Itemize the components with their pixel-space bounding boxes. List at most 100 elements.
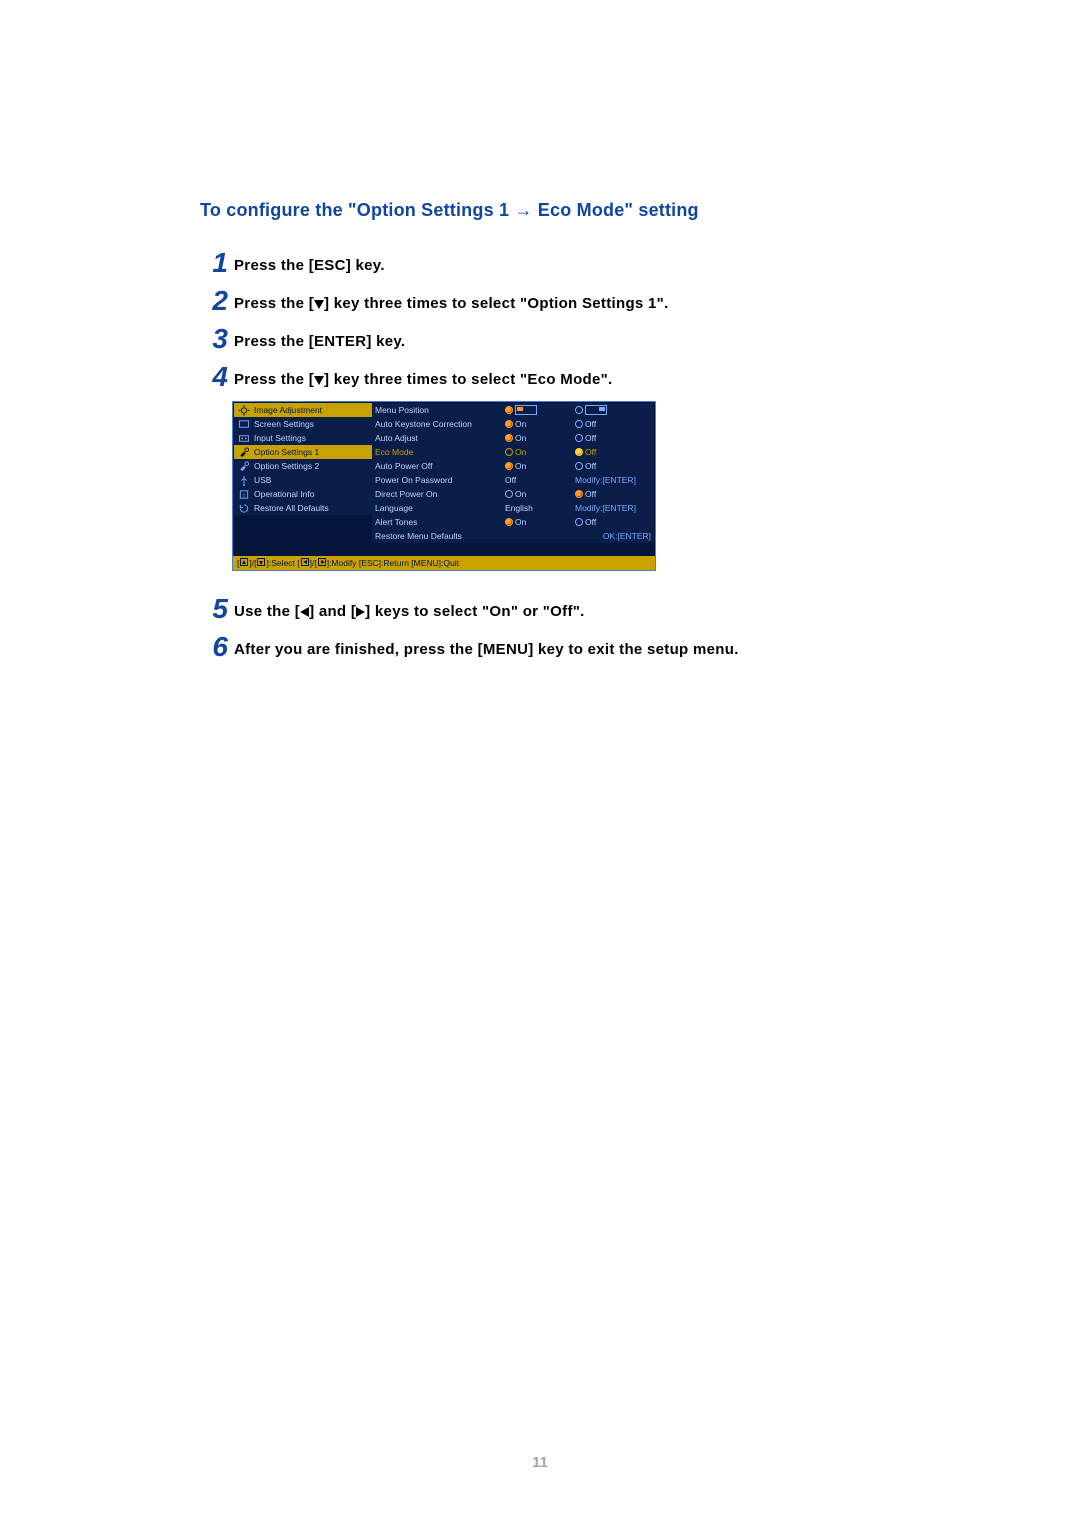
radio-off-icon — [575, 406, 583, 414]
radio-on-icon — [575, 490, 583, 498]
on-label: On — [515, 461, 526, 471]
step-4: 4 Press the [ ] key three times to select… — [200, 363, 880, 391]
projector-osd-menu: Image Adjustment Screen Settings Input S… — [232, 401, 656, 571]
step-number: 5 — [200, 595, 228, 623]
svg-text:i: i — [243, 492, 244, 499]
setting-language[interactable]: Language English Modify:[ENTER] — [372, 501, 654, 515]
step-text: Press the [ENTER] key. — [234, 325, 405, 352]
down-arrow-icon — [314, 300, 324, 309]
category-label: Option Settings 1 — [254, 447, 319, 457]
step-number: 2 — [200, 287, 228, 315]
on-label: On — [515, 419, 526, 429]
title-text-after: Eco Mode" setting — [533, 200, 699, 220]
setting-label: Menu Position — [375, 405, 505, 415]
on-label: On — [515, 489, 526, 499]
off-label: Off — [585, 447, 596, 457]
step-number: 1 — [200, 249, 228, 277]
right-arrow-box-icon — [318, 558, 326, 566]
on-label: On — [515, 517, 526, 527]
action-label: OK:[ENTER] — [575, 531, 651, 541]
step-text: After you are finished, press the [MENU]… — [234, 633, 739, 660]
category-option-settings-2[interactable]: Option Settings 2 — [234, 459, 372, 473]
step-text-part: ] key three times to select "Option Sett… — [324, 295, 669, 312]
step-text: Press the [ ] key three times to select "… — [234, 287, 669, 314]
on-label: On — [515, 447, 526, 457]
left-arrow-box-icon — [301, 558, 309, 566]
setting-power-on-password[interactable]: Power On Password Off Modify:[ENTER] — [372, 473, 654, 487]
setting-label: Auto Adjust — [375, 433, 505, 443]
step-list: 1 Press the [ESC] key. 2 Press the [] ke… — [200, 249, 880, 661]
title-arrow: → — [514, 200, 532, 220]
off-label: Off — [585, 433, 596, 443]
title-text-before: To configure the "Option Settings 1 — [200, 200, 514, 220]
setting-eco-mode[interactable]: Eco Mode On Off — [372, 445, 654, 459]
position-tr-icon — [585, 405, 607, 415]
off-label: Off — [585, 419, 596, 429]
hint-select: :Select — [269, 558, 295, 568]
menu-body: Image Adjustment Screen Settings Input S… — [233, 402, 655, 544]
radio-on-icon — [505, 434, 513, 442]
category-input-settings[interactable]: Input Settings — [234, 431, 372, 445]
radio-on-icon — [505, 420, 513, 428]
up-arrow-box-icon — [240, 558, 248, 566]
setting-restore-menu-defaults[interactable]: Restore Menu Defaults OK:[ENTER] — [372, 529, 654, 543]
value-label: Off — [505, 475, 516, 485]
setting-auto-adjust[interactable]: Auto Adjust On Off — [372, 431, 654, 445]
category-image-adjustment[interactable]: Image Adjustment — [234, 403, 372, 417]
category-label: Option Settings 2 — [254, 461, 319, 471]
radio-off-icon — [505, 448, 513, 456]
setting-label: Alert Tones — [375, 517, 505, 527]
setting-menu-position[interactable]: Menu Position — [372, 403, 654, 417]
step-text-part: ] key three times to select "Eco Mode". — [324, 371, 613, 388]
setting-label: Restore Menu Defaults — [375, 531, 575, 541]
step-number: 4 — [200, 363, 228, 391]
hint-return: [ESC]:Return — [359, 558, 409, 568]
step-text: Use the [] and [] keys to select "On" or… — [234, 595, 585, 622]
hint-modify: :Modify — [329, 558, 356, 568]
section-title: To configure the "Option Settings 1 → Ec… — [200, 200, 880, 221]
step-text: Press the [ ] key three times to select "… — [234, 363, 613, 390]
setting-label: Auto Power Off — [375, 461, 505, 471]
setting-alert-tones[interactable]: Alert Tones On Off — [372, 515, 654, 529]
setting-label: Language — [375, 503, 505, 513]
radio-off-icon — [575, 518, 583, 526]
page-number: 11 — [0, 1454, 1080, 1471]
embedded-menu-screenshot: Image Adjustment Screen Settings Input S… — [232, 401, 880, 571]
step-2: 2 Press the [ ] key three times to select… — [200, 287, 880, 315]
step-text-part: ] and [ — [309, 603, 356, 620]
category-operational-info[interactable]: i Operational Info — [234, 487, 372, 501]
radio-off-icon — [575, 462, 583, 470]
setting-direct-power-on[interactable]: Direct Power On On Off — [372, 487, 654, 501]
setting-label: Auto Keystone Correction — [375, 419, 505, 429]
menu-settings-panel: Menu Position Auto Keystone Correction O… — [372, 403, 654, 543]
step-text-part: Press the [ — [234, 295, 314, 312]
info-icon: i — [237, 489, 251, 500]
step-3: 3 Press the [ENTER] key. — [200, 325, 880, 353]
category-restore-defaults[interactable]: Restore All Defaults — [234, 501, 372, 515]
input-icon — [237, 433, 251, 444]
right-arrow-icon — [356, 607, 365, 617]
restore-icon — [237, 503, 251, 514]
off-label: Off — [585, 489, 596, 499]
radio-on-icon — [505, 406, 513, 414]
radio-off-icon — [505, 490, 513, 498]
setting-auto-power-off[interactable]: Auto Power Off On Off — [372, 459, 654, 473]
step-text-part: Press the [ — [234, 371, 314, 388]
category-label: USB — [254, 475, 271, 485]
setting-auto-keystone[interactable]: Auto Keystone Correction On Off — [372, 417, 654, 431]
step-text-part: ] keys to select "On" or "Off". — [365, 603, 584, 620]
category-label: Image Adjustment — [254, 405, 322, 415]
radio-on-icon — [505, 518, 513, 526]
radio-off-icon — [575, 420, 583, 428]
radio-on-icon — [575, 448, 583, 456]
category-usb[interactable]: USB — [234, 473, 372, 487]
off-label: Off — [585, 517, 596, 527]
category-option-settings-1[interactable]: Option Settings 1 — [234, 445, 372, 459]
setting-label: Eco Mode — [375, 447, 505, 457]
action-label: Modify:[ENTER] — [575, 475, 651, 485]
down-arrow-box-icon — [257, 558, 265, 566]
brightness-icon — [237, 405, 251, 416]
category-screen-settings[interactable]: Screen Settings — [234, 417, 372, 431]
step-5: 5 Use the [] and [] keys to select "On" … — [200, 595, 880, 623]
hint-modify-group: []/[]:Modify — [297, 558, 356, 568]
